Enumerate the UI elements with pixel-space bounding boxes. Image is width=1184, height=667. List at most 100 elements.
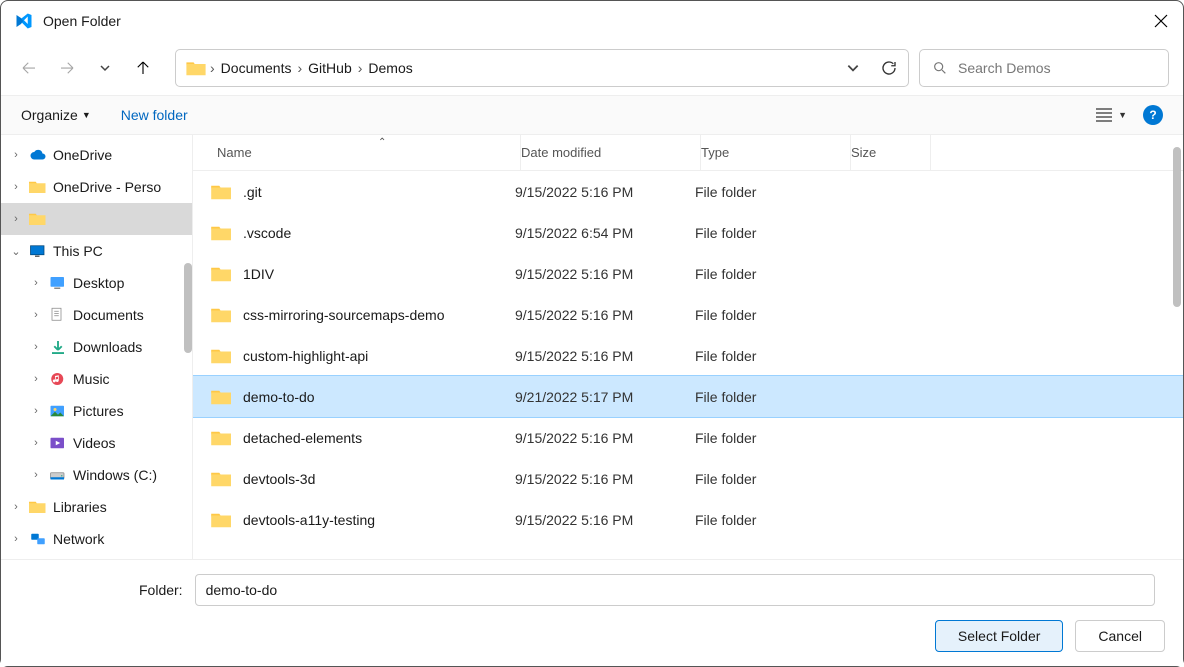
tree-label: Desktop xyxy=(73,275,124,291)
breadcrumb-demos[interactable]: Demos xyxy=(362,60,418,76)
address-bar[interactable]: › Documents › GitHub › Demos xyxy=(175,49,909,87)
search-box[interactable] xyxy=(919,49,1169,87)
expand-icon[interactable]: › xyxy=(9,501,23,513)
tree-item[interactable]: › Downloads xyxy=(1,331,192,363)
tree-item[interactable]: ⌄This PC xyxy=(1,235,192,267)
file-row[interactable]: 1DIV9/15/2022 5:16 PMFile folder xyxy=(193,253,1183,294)
file-type: File folder xyxy=(695,512,845,528)
column-name[interactable]: Name xyxy=(211,135,521,170)
file-name: devtools-3d xyxy=(243,471,315,487)
view-button[interactable]: ▼ xyxy=(1096,108,1127,122)
file-type: File folder xyxy=(695,430,845,446)
file-type: File folder xyxy=(695,184,845,200)
file-row[interactable]: devtools-a11y-testing9/15/2022 5:16 PMFi… xyxy=(193,499,1183,540)
expand-icon[interactable]: › xyxy=(9,533,23,545)
file-name: .git xyxy=(243,184,262,200)
sidebar-scrollbar[interactable] xyxy=(184,263,192,353)
vscode-icon xyxy=(15,12,33,30)
chevron-down-icon[interactable] xyxy=(846,61,860,75)
tree-label: Pictures xyxy=(73,403,124,419)
file-date: 9/15/2022 5:16 PM xyxy=(515,430,695,446)
expand-icon[interactable]: › xyxy=(29,277,43,289)
file-row[interactable]: demo-to-do 9/21/2022 5:17 PMFile folder xyxy=(193,376,1183,417)
file-type: File folder xyxy=(695,471,845,487)
folder-label: Folder: xyxy=(139,582,183,598)
file-date: 9/21/2022 5:17 PM xyxy=(515,389,695,405)
tree-item[interactable]: ›Music xyxy=(1,363,192,395)
file-row[interactable]: css-mirroring-sourcemaps-demo9/15/2022 5… xyxy=(193,294,1183,335)
tree-item[interactable]: › xyxy=(1,203,192,235)
tree-item[interactable]: › Pictures xyxy=(1,395,192,427)
refresh-icon[interactable] xyxy=(880,59,898,77)
nav-row: › Documents › GitHub › Demos xyxy=(1,41,1183,95)
expand-icon[interactable]: › xyxy=(29,437,43,449)
tree-item[interactable]: › Videos xyxy=(1,427,192,459)
file-row[interactable]: .git 9/15/2022 5:16 PMFile folder xyxy=(193,171,1183,212)
file-row[interactable]: devtools-3d9/15/2022 5:16 PMFile folder xyxy=(193,458,1183,499)
expand-icon[interactable]: › xyxy=(29,469,43,481)
tree-item[interactable]: ›OneDrive xyxy=(1,139,192,171)
folder-icon xyxy=(211,388,233,406)
expand-icon[interactable]: ⌄ xyxy=(9,245,23,258)
expand-icon[interactable]: › xyxy=(9,181,23,193)
folder-icon xyxy=(211,511,233,529)
file-date: 9/15/2022 5:16 PM xyxy=(515,184,695,200)
file-row[interactable]: detached-elements9/15/2022 5:16 PMFile f… xyxy=(193,417,1183,458)
file-type: File folder xyxy=(695,307,845,323)
file-type: File folder xyxy=(695,225,845,241)
file-row[interactable]: .vscode 9/15/2022 6:54 PMFile folder xyxy=(193,212,1183,253)
expand-icon[interactable]: › xyxy=(9,149,23,161)
column-date[interactable]: Date modified xyxy=(521,135,701,170)
folder-icon xyxy=(211,183,233,201)
up-button[interactable] xyxy=(129,54,157,82)
back-button[interactable] xyxy=(15,54,43,82)
file-name: .vscode xyxy=(243,225,291,241)
tree-label: Downloads xyxy=(73,339,142,355)
column-headers: ⌃ Name Date modified Type Size xyxy=(193,135,1183,171)
cancel-button[interactable]: Cancel xyxy=(1075,620,1165,652)
sort-arrow-icon: ⌃ xyxy=(378,137,386,148)
file-type: File folder xyxy=(695,266,845,282)
tree-label: Libraries xyxy=(53,499,107,515)
expand-icon[interactable]: › xyxy=(29,341,43,353)
expand-icon[interactable]: › xyxy=(9,213,23,225)
column-size[interactable]: Size xyxy=(851,135,931,170)
file-date: 9/15/2022 5:16 PM xyxy=(515,348,695,364)
folder-icon xyxy=(211,306,233,324)
breadcrumb-github[interactable]: GitHub xyxy=(302,60,358,76)
file-date: 9/15/2022 6:54 PM xyxy=(515,225,695,241)
tree-label: Windows (C:) xyxy=(73,467,157,483)
file-type: File folder xyxy=(695,348,845,364)
file-row[interactable]: custom-highlight-api9/15/2022 5:16 PMFil… xyxy=(193,335,1183,376)
file-date: 9/15/2022 5:16 PM xyxy=(515,512,695,528)
expand-icon[interactable]: › xyxy=(29,405,43,417)
tree-item[interactable]: › Desktop xyxy=(1,267,192,299)
tree-item[interactable]: › OneDrive - Perso xyxy=(1,171,192,203)
tree-item[interactable]: ›Documents xyxy=(1,299,192,331)
close-icon[interactable] xyxy=(1153,13,1169,29)
tree-item[interactable]: › Libraries xyxy=(1,491,192,523)
file-type: File folder xyxy=(695,389,845,405)
filelist-scrollbar[interactable] xyxy=(1173,147,1181,307)
folder-input[interactable] xyxy=(195,574,1155,606)
column-type[interactable]: Type xyxy=(701,135,851,170)
tree-label: Network xyxy=(53,531,104,547)
expand-icon[interactable]: › xyxy=(29,373,43,385)
rows: .git9/15/2022 5:16 PMFile folder.vscode9… xyxy=(193,171,1183,559)
search-input[interactable] xyxy=(958,60,1156,76)
file-name: demo-to-do xyxy=(243,389,315,405)
main-area: ›OneDrive›OneDrive - Perso›⌄This PC›Desk… xyxy=(1,135,1183,559)
forward-button[interactable] xyxy=(53,54,81,82)
help-icon[interactable]: ? xyxy=(1143,105,1163,125)
select-folder-button[interactable]: Select Folder xyxy=(935,620,1063,652)
tree-label: OneDrive - Perso xyxy=(53,179,161,195)
organize-button[interactable]: Organize▼ xyxy=(21,107,91,123)
tree-item[interactable]: › Network xyxy=(1,523,192,555)
expand-icon[interactable]: › xyxy=(29,309,43,321)
breadcrumb-documents[interactable]: Documents xyxy=(215,60,298,76)
recent-dropdown[interactable] xyxy=(91,54,119,82)
tree-label: Videos xyxy=(73,435,116,451)
sidebar: ›OneDrive›OneDrive - Perso›⌄This PC›Desk… xyxy=(1,135,193,559)
tree-item[interactable]: › Windows (C:) xyxy=(1,459,192,491)
new-folder-button[interactable]: New folder xyxy=(121,107,188,123)
